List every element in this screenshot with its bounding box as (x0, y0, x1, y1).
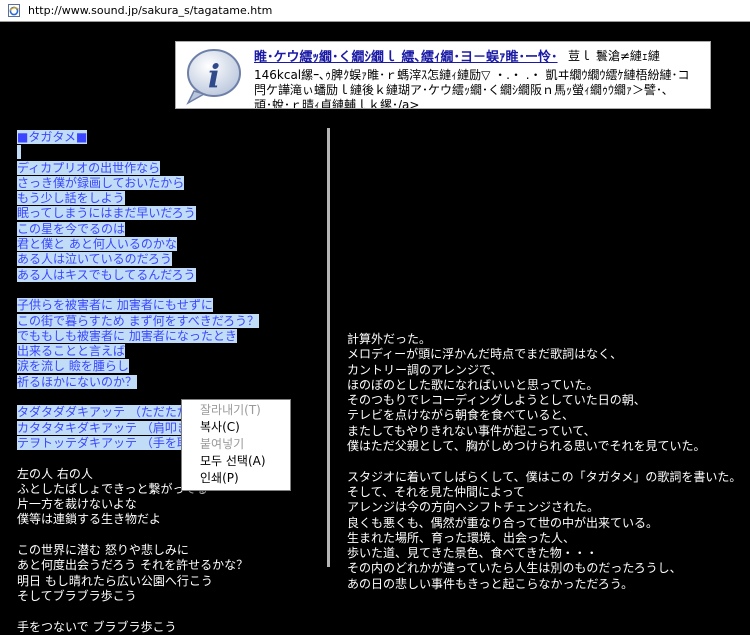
selected-text: ある人はキスでもしてるんだろう (17, 267, 196, 282)
lyric-line: 明日 もし晴れたら広い公園へ行こう (17, 574, 322, 589)
lyric-line: 出来ることと言えば (17, 344, 322, 359)
lyric-text: 僕等は連鎖する生き物だよ (17, 512, 162, 527)
selected-text: テヲトッテダキアッテ （手を取っ (17, 435, 201, 450)
lyric-line: ■タガタメ■ (17, 130, 322, 145)
lyric-line: さっき僕が録画しておいたから (17, 175, 322, 191)
ie-page-icon (7, 3, 22, 22)
lyric-text: そしてブラブラ歩こう (17, 588, 137, 603)
selected-text: でももしも被害者に 加害者になったとき (17, 328, 237, 343)
selected-text: 涙を流し 瞼を腫らし (17, 359, 129, 374)
ad-title-tail: 荳ｌ 鬟滄≠縺ｪ縺 (568, 49, 660, 63)
selected-text: 出来ることと言えば (17, 344, 126, 359)
lyric-line: この世界に潜む 怒りや悲しみに (17, 543, 322, 558)
commentary-line: ほのぼのとした歌になればいいと思っていた。 (347, 377, 599, 392)
commentary-line: 計算外だった。 (347, 332, 432, 346)
ad-text-line: 頑･蛻･ｒ晴ｨ貞縺輔ｌｋ縲･/a> (254, 98, 420, 109)
lyric-line: でももしも被害者に 加害者になったとき (17, 328, 322, 344)
commentary-line: メロディーが頭に浮かんだ時点でまだ歌詞はなく、 (347, 347, 623, 362)
lyric-text: あと何度出会うだろう それを許せるかな？ (17, 558, 249, 573)
menu-item-paste: 붙여넣기 (200, 437, 245, 451)
address-bar[interactable]: http://www.sound.jp/sakura_s/tagatame.ht… (0, 0, 750, 22)
lyric-line: そしてブラブラ歩こう (17, 589, 322, 604)
selected-text: さっき僕が録画しておいたから (17, 175, 185, 190)
commentary-line: そのつもりでレコーディングしようとしていた日の朝、 (347, 393, 646, 408)
commentary-line: またしてもやりきれない事件が起こっていて、 (347, 423, 596, 438)
lyric-line (17, 145, 322, 160)
lyric-line: 眠ってしまうにはまだ早いだろう (17, 206, 322, 221)
selected-text: 眠ってしまうにはまだ早いだろう (17, 206, 196, 221)
lyric-text: 片一方を裁けないよな (17, 497, 137, 512)
lyric-line: 手をつないで ブラブラ歩こう (17, 620, 322, 635)
menu-item-print[interactable]: 인쇄(P) (182, 470, 290, 487)
ad-banner[interactable]: i 睢･ケウ繧ｯ繝･く繝ｼ繝ｌ 繧､繧ｨ繝･ヨ－蜈ｧ睢･ー怜･ 荳ｌ 鬟滄≠縺ｪ… (175, 41, 711, 109)
selected-text: 君と僕と あと何人いるのかな (17, 237, 177, 252)
commentary-line: その内のどれかが違っていたら人生は別のものだったろうし、 (347, 561, 682, 576)
ad-title-link[interactable]: 睢･ケウ繧ｯ繝･く繝ｼ繝ｌ 繧､繧ｨ繝･ヨ－蜈ｧ睢･ー怜･ (254, 46, 558, 65)
lyric-line: 片一方を裁けないよな (17, 497, 322, 512)
lyrics-column[interactable]: ■タガタメ■ ディカプリオの出世作なら さっき僕が録画しておいたから もう少し話をし… (17, 130, 322, 635)
address-url[interactable]: http://www.sound.jp/sakura_s/tagatame.ht… (28, 4, 272, 17)
selected-text: もう少し話をしよう (17, 191, 125, 206)
commentary-line: あの日の悲しい事件もきっと起こらなかっただろう。 (347, 576, 634, 591)
selected-text: 子供らを被害者に 加害者にもせずに (17, 298, 213, 313)
lyric-line: ある人はキスでもしてるんだろう (17, 267, 322, 283)
lyric-line: ある人は泣いているのだろう (17, 252, 322, 267)
column-divider (327, 128, 330, 567)
selected-text: この街で暮らすため まず何をすべきだろう？ (17, 313, 260, 328)
context-menu[interactable]: 잘라내기(T) 복사(C) 붙여넣기모두 선택(A) 인쇄(P) (181, 399, 291, 491)
commentary-column[interactable]: 計算外だった。 メロディーが頭に浮かんだ時点でまだ歌詞はなく、 カントリー調のアレン… (347, 332, 747, 592)
lyric-line: 涙を流し 瞼を腫らし (17, 359, 322, 374)
lyric-line: 君と僕と あと何人いるのかな (17, 237, 322, 252)
commentary-line: カントリー調のアレンジで、 (347, 362, 503, 377)
commentary-line: アレンジは今の方向へシフトチェンジされた。 (347, 500, 600, 515)
lyric-text: 手をつないで ブラブラ歩こう (17, 619, 177, 634)
commentary-line (347, 454, 747, 469)
selected-text: ある人は泣いているのだろう (17, 252, 172, 267)
selected-text: ■タガタメ■ (17, 130, 88, 144)
lyric-line (17, 283, 322, 298)
lyric-line: この街で暮らすため まず何をすべきだろう？ (17, 313, 322, 329)
selected-text: この星を今でるのは (17, 221, 126, 236)
lyric-line: もう少し話をしよう (17, 191, 322, 206)
lyric-text: 左の人 右の人 (17, 466, 93, 481)
commentary-line: スタジオに着いてしばらくして、僕はこの「タガタメ」の歌詞を書いた。 (347, 469, 742, 484)
commentary-line: 良くも悪くも、偶然が重なり合って世の中が出来ている。 (347, 515, 659, 530)
lyric-line: 僕等は連鎖する生き物だよ (17, 512, 322, 527)
menu-item-cut: 잘라내기(T) (200, 403, 261, 417)
lyric-text: 明日 もし晴れたら広い公園へ行こう (17, 573, 213, 588)
menu-item-select-all[interactable]: 모두 선택(A) (182, 453, 290, 470)
selected-text: 祈るほかにないのか？ (17, 374, 138, 389)
lyric-line: あと何度出会うだろう それを許せるかな？ (17, 558, 322, 573)
lyric-line (17, 604, 322, 619)
lyric-text: この世界に潜む 怒りや悲しみに (17, 543, 189, 558)
selected-text (17, 145, 21, 160)
lyric-line: 子供らを被害者に 加害者にもせずに (17, 298, 322, 313)
lyric-line: ディカプリオの出世作なら (17, 160, 322, 176)
lyric-line: この星を今でるのは (17, 221, 322, 237)
lyric-line: 祈るほかにないのか？ (17, 374, 322, 390)
info-icon: i (180, 45, 246, 108)
commentary-line: 僕はただ父親として、胸がしめつけられる思いでそれを見ていた。 (347, 439, 706, 454)
menu-item-copy[interactable]: 복사(C) (182, 419, 290, 436)
commentary-line: 生まれた場所、育った環境、出会った人、 (347, 530, 576, 545)
lyric-line (17, 528, 322, 543)
selected-text: ディカプリオの出世作なら (17, 160, 161, 175)
lyric-text: ふとしたぱしょできっと繋がってる (17, 481, 208, 496)
svg-text:i: i (208, 57, 220, 95)
commentary-line: テレビを点けながら朝食を食べていると、 (347, 408, 575, 423)
commentary-line: そして、それを見た仲間によって (347, 484, 526, 499)
commentary-line: 歩いた道、見てきた景色、食べてきた物・・・ (347, 546, 598, 561)
